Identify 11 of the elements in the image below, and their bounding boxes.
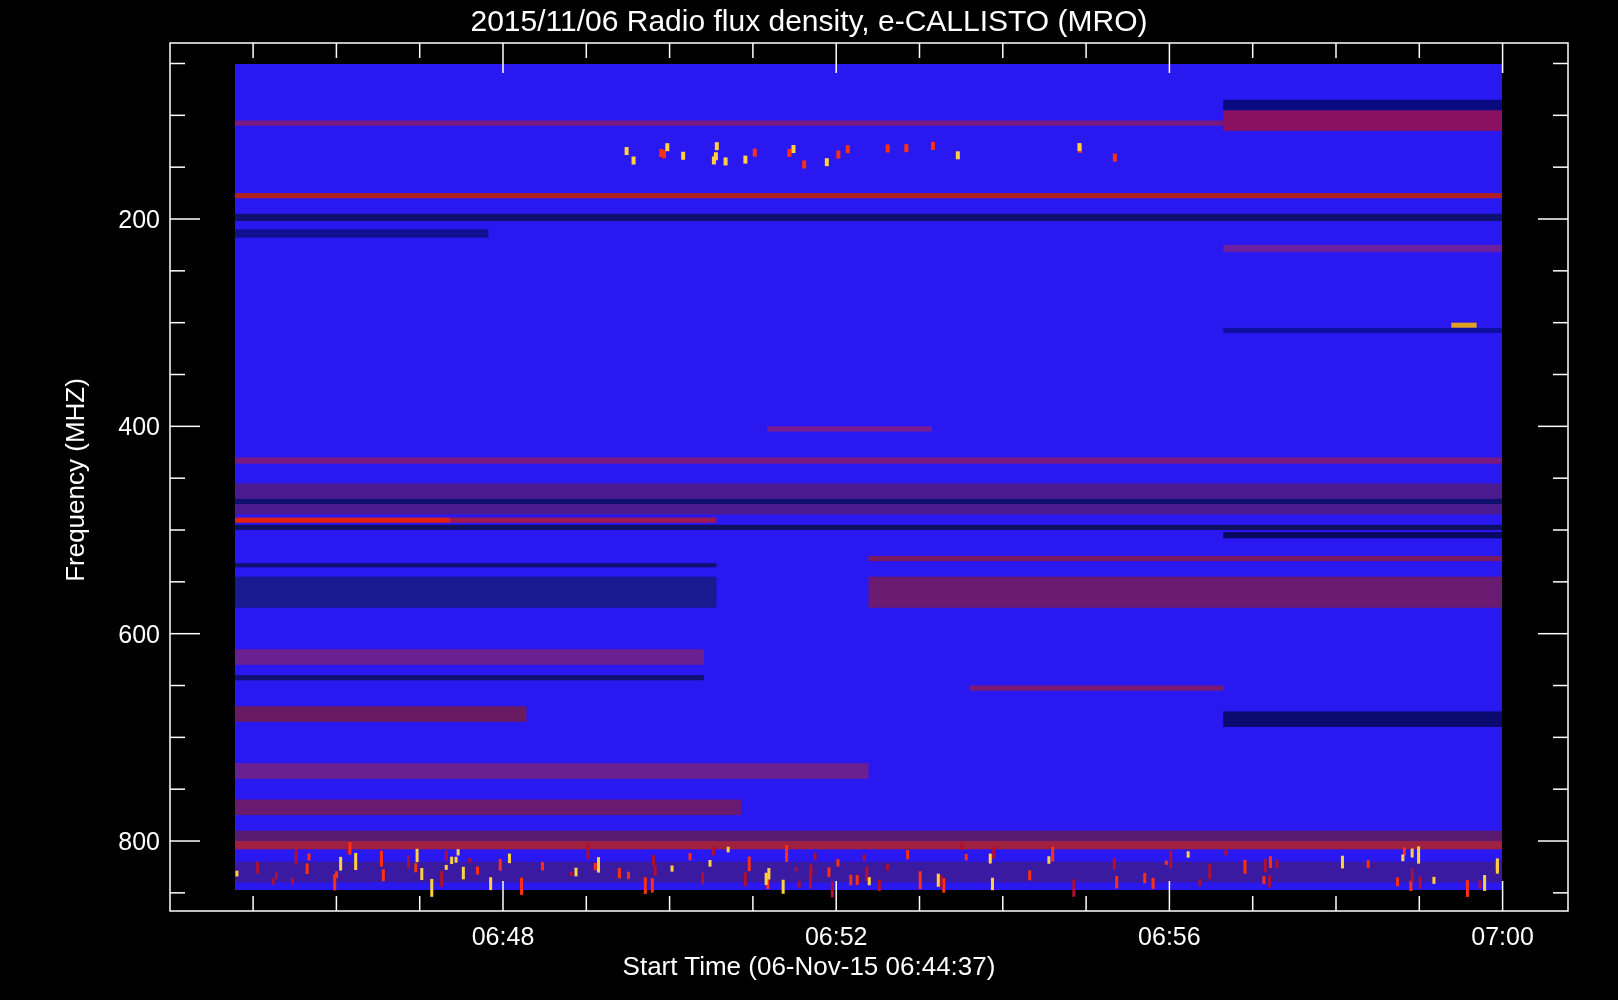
tick-label: 600 — [118, 619, 160, 648]
axis-label: Start Time (06-Nov-15 06:44:37) — [622, 951, 996, 981]
tick-label: 200 — [118, 205, 160, 233]
tick-label: 06:48 — [471, 922, 535, 950]
axis-label: Frequency (MHZ) — [60, 378, 90, 582]
tick-label: 400 — [118, 412, 160, 441]
chart-title: 2015/11/06 Radio flux density, e-CALLISTO (MRO) — [470, 4, 1148, 37]
tick-label: 06:56 — [1138, 922, 1201, 950]
tick-label: 07:00 — [1471, 922, 1534, 950]
tick-label: 800 — [118, 827, 160, 855]
tick-label: 06:52 — [804, 922, 868, 950]
